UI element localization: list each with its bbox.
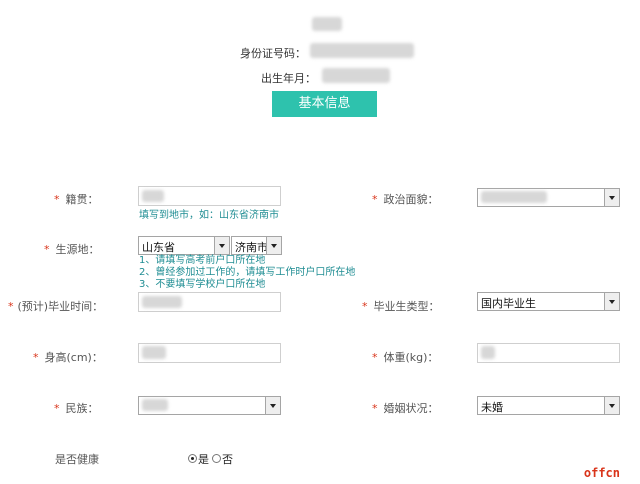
required-mark: * [8,300,14,313]
chevron-down-icon [604,397,619,414]
native-place-label: * 籍贯： [54,191,99,207]
graduate-type-label: * 毕业生类型： [362,298,440,314]
native-place-label-text: 籍贯： [65,193,99,206]
watermark-logo: offcn [583,466,620,480]
health-yes-radio[interactable] [188,454,197,463]
basic-info-button[interactable]: 基本信息 [272,91,377,117]
weight-label: * 体重(kg)： [372,349,438,365]
required-mark: * [44,243,50,256]
graduate-type-value: 国内毕业生 [481,297,536,310]
graduation-time-label-text: (预计)毕业时间： [17,300,104,313]
birth-date-label: 出生年月： [261,72,316,85]
required-mark: * [54,402,60,415]
marital-status-value: 未婚 [481,401,503,414]
graduation-time-input[interactable] [138,292,281,312]
height-input[interactable] [138,343,281,363]
chevron-down-icon [266,237,281,254]
chevron-down-icon [604,189,619,206]
ethnicity-label: * 民族： [54,400,99,416]
ethnicity-select[interactable] [138,396,281,415]
origin-hint-3: 3、不要填写学校户口所在地 [139,279,266,290]
origin-province-value: 山东省 [142,241,175,254]
native-place-value-redacted [142,190,164,202]
required-mark: * [372,193,378,206]
health-label: 是否健康 [55,453,99,466]
ethnicity-label-text: 民族： [65,402,99,415]
birth-date-redacted [322,68,390,83]
health-no-radio[interactable] [212,454,221,463]
origin-city-value: 济南市 [235,241,268,254]
chevron-down-icon [214,237,229,254]
id-number-label: 身份证号码： [240,47,306,60]
required-mark: * [33,351,39,364]
height-value-redacted [142,346,166,359]
political-status-select[interactable] [477,188,620,207]
graduation-time-label: * (预计)毕业时间： [8,298,103,314]
marital-status-label: * 婚姻状况： [372,400,439,416]
graduate-type-select[interactable]: 国内毕业生 [477,292,620,311]
height-label-text: 身高(cm)： [44,351,103,364]
origin-hint-1: 1、请填写高考前户口所在地 [139,255,266,266]
required-mark: * [372,402,378,415]
native-place-hint: 填写到地市，如：山东省济南市 [139,210,279,221]
health-yes-label[interactable]: 是 [198,451,209,467]
marital-status-select[interactable]: 未婚 [477,396,620,415]
origin-label-text: 生源地： [55,243,100,256]
origin-province-select[interactable]: 山东省 [138,236,230,255]
marital-status-label-text: 婚姻状况： [383,402,439,415]
origin-hint-2: 2、曾经参加过工作的，请填写工作时户口所在地 [139,267,356,278]
origin-city-select[interactable]: 济南市 [231,236,282,255]
required-mark: * [362,300,368,313]
name-redacted [312,17,342,31]
health-no-label[interactable]: 否 [222,451,233,467]
ethnicity-value-redacted [142,399,168,411]
political-status-label-text: 政治面貌： [383,193,439,206]
required-mark: * [372,351,378,364]
origin-label: * 生源地： [44,241,100,257]
graduation-time-value-redacted [142,296,182,308]
chevron-down-icon [265,397,280,414]
political-status-label: * 政治面貌： [372,191,439,207]
weight-label-text: 体重(kg)： [383,351,439,364]
graduate-type-label-text: 毕业生类型： [373,300,440,313]
weight-input[interactable] [477,343,620,363]
chevron-down-icon [604,293,619,310]
political-status-value-redacted [481,191,547,203]
native-place-input[interactable] [138,186,281,206]
weight-value-redacted [481,346,495,359]
height-label: * 身高(cm)： [33,349,103,365]
required-mark: * [54,193,60,206]
id-number-redacted [310,43,414,58]
